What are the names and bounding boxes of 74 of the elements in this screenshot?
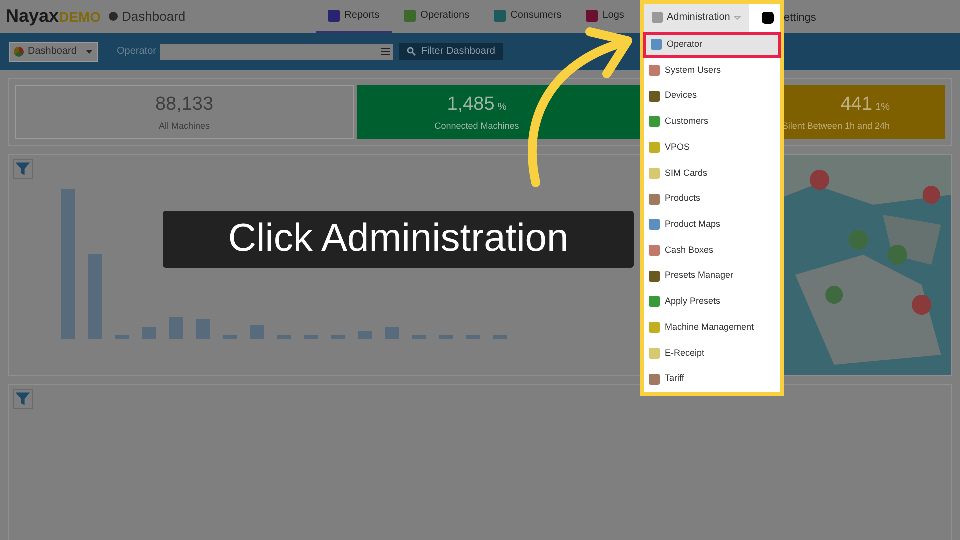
chart-bar: [250, 325, 264, 339]
pie-chart-icon: [14, 46, 24, 56]
list-icon[interactable]: [381, 48, 390, 55]
chart-bar: [331, 335, 345, 339]
chart-bar: [412, 335, 426, 339]
stat-percent: %: [498, 101, 507, 115]
menu-item[interactable]: Devices: [644, 83, 780, 109]
filter-icon[interactable]: [13, 159, 33, 179]
menu-item[interactable]: Machine Management: [644, 314, 780, 341]
item-icon: [649, 348, 660, 359]
stat-value: 441: [840, 93, 873, 117]
chart-bar: [277, 335, 291, 339]
item-icon: [649, 270, 660, 282]
item-icon: [649, 90, 660, 102]
chart-bar: [385, 327, 399, 339]
nav-tab[interactable]: Consumers: [482, 0, 574, 33]
menu-item[interactable]: E-Receipt: [644, 340, 780, 366]
chart-bar: [196, 319, 210, 339]
chart-bar: [358, 331, 372, 339]
tab-icon: [404, 10, 416, 22]
operator-field[interactable]: [160, 44, 394, 60]
filter-icon[interactable]: [13, 389, 33, 409]
item-icon: [649, 296, 660, 308]
chart-bar: [115, 335, 129, 339]
chart-bar: [466, 335, 480, 339]
item-icon: [649, 142, 660, 154]
filter-dashboard-button[interactable]: Filter Dashboard: [399, 43, 504, 60]
nav-tab[interactable]: Operations: [392, 0, 482, 33]
item-icon: [649, 194, 660, 205]
nav-tab[interactable]: Logs: [574, 0, 636, 33]
stat-label: All Machines: [158, 120, 210, 132]
menu-item[interactable]: VPOS: [644, 134, 780, 160]
chart-bar: [142, 327, 156, 339]
search-icon: [407, 47, 416, 56]
menu-item[interactable]: Customers: [644, 108, 780, 135]
tab-icon: [586, 10, 598, 22]
item-icon: [649, 64, 660, 76]
stat-percent: 1%: [876, 101, 890, 115]
chart-bar: [439, 335, 453, 339]
logo: Nayax: [6, 5, 60, 28]
menu-item[interactable]: Operator: [643, 32, 781, 58]
tab-icon: [328, 10, 340, 22]
operator-label: Operator: [117, 45, 156, 59]
caret-icon: [86, 50, 93, 54]
page-title: Dashboard: [122, 8, 186, 26]
menu-item[interactable]: Apply Presets: [644, 289, 780, 315]
menu-item[interactable]: Presets Manager: [644, 263, 780, 290]
menu-item[interactable]: Cash Boxes: [644, 238, 780, 264]
view-dropdown[interactable]: Dashboard: [9, 42, 98, 62]
item-icon: [649, 374, 660, 385]
chart-bar: [223, 335, 237, 339]
stat-value: 1,485: [447, 93, 495, 117]
menu-item[interactable]: Tariff: [644, 366, 780, 392]
menu-item[interactable]: Products: [644, 186, 780, 212]
chart-bar: [169, 317, 183, 339]
item-icon: [649, 245, 660, 256]
item-icon: [649, 219, 660, 230]
caption-banner: Click Administration: [163, 211, 634, 268]
stat-value: 88,133: [155, 93, 214, 117]
menu-item[interactable]: SIM Cards: [644, 160, 780, 186]
item-icon: [649, 322, 660, 334]
tab-icon: [494, 10, 506, 22]
settings-label[interactable]: ettings: [784, 10, 816, 26]
menu-item[interactable]: System Users: [644, 58, 780, 84]
item-icon: [649, 168, 660, 179]
administration-menu-button[interactable]: Administration: [644, 4, 750, 32]
chart-bar: [493, 335, 507, 339]
caret-icon: [734, 16, 742, 20]
chart-bar: [304, 335, 318, 339]
stat-label: Connected Machines: [434, 120, 520, 132]
logo-suffix: DEMO: [59, 8, 102, 27]
item-icon: [649, 116, 660, 128]
item-icon: [651, 39, 662, 50]
menu-item[interactable]: Product Maps: [644, 212, 780, 238]
